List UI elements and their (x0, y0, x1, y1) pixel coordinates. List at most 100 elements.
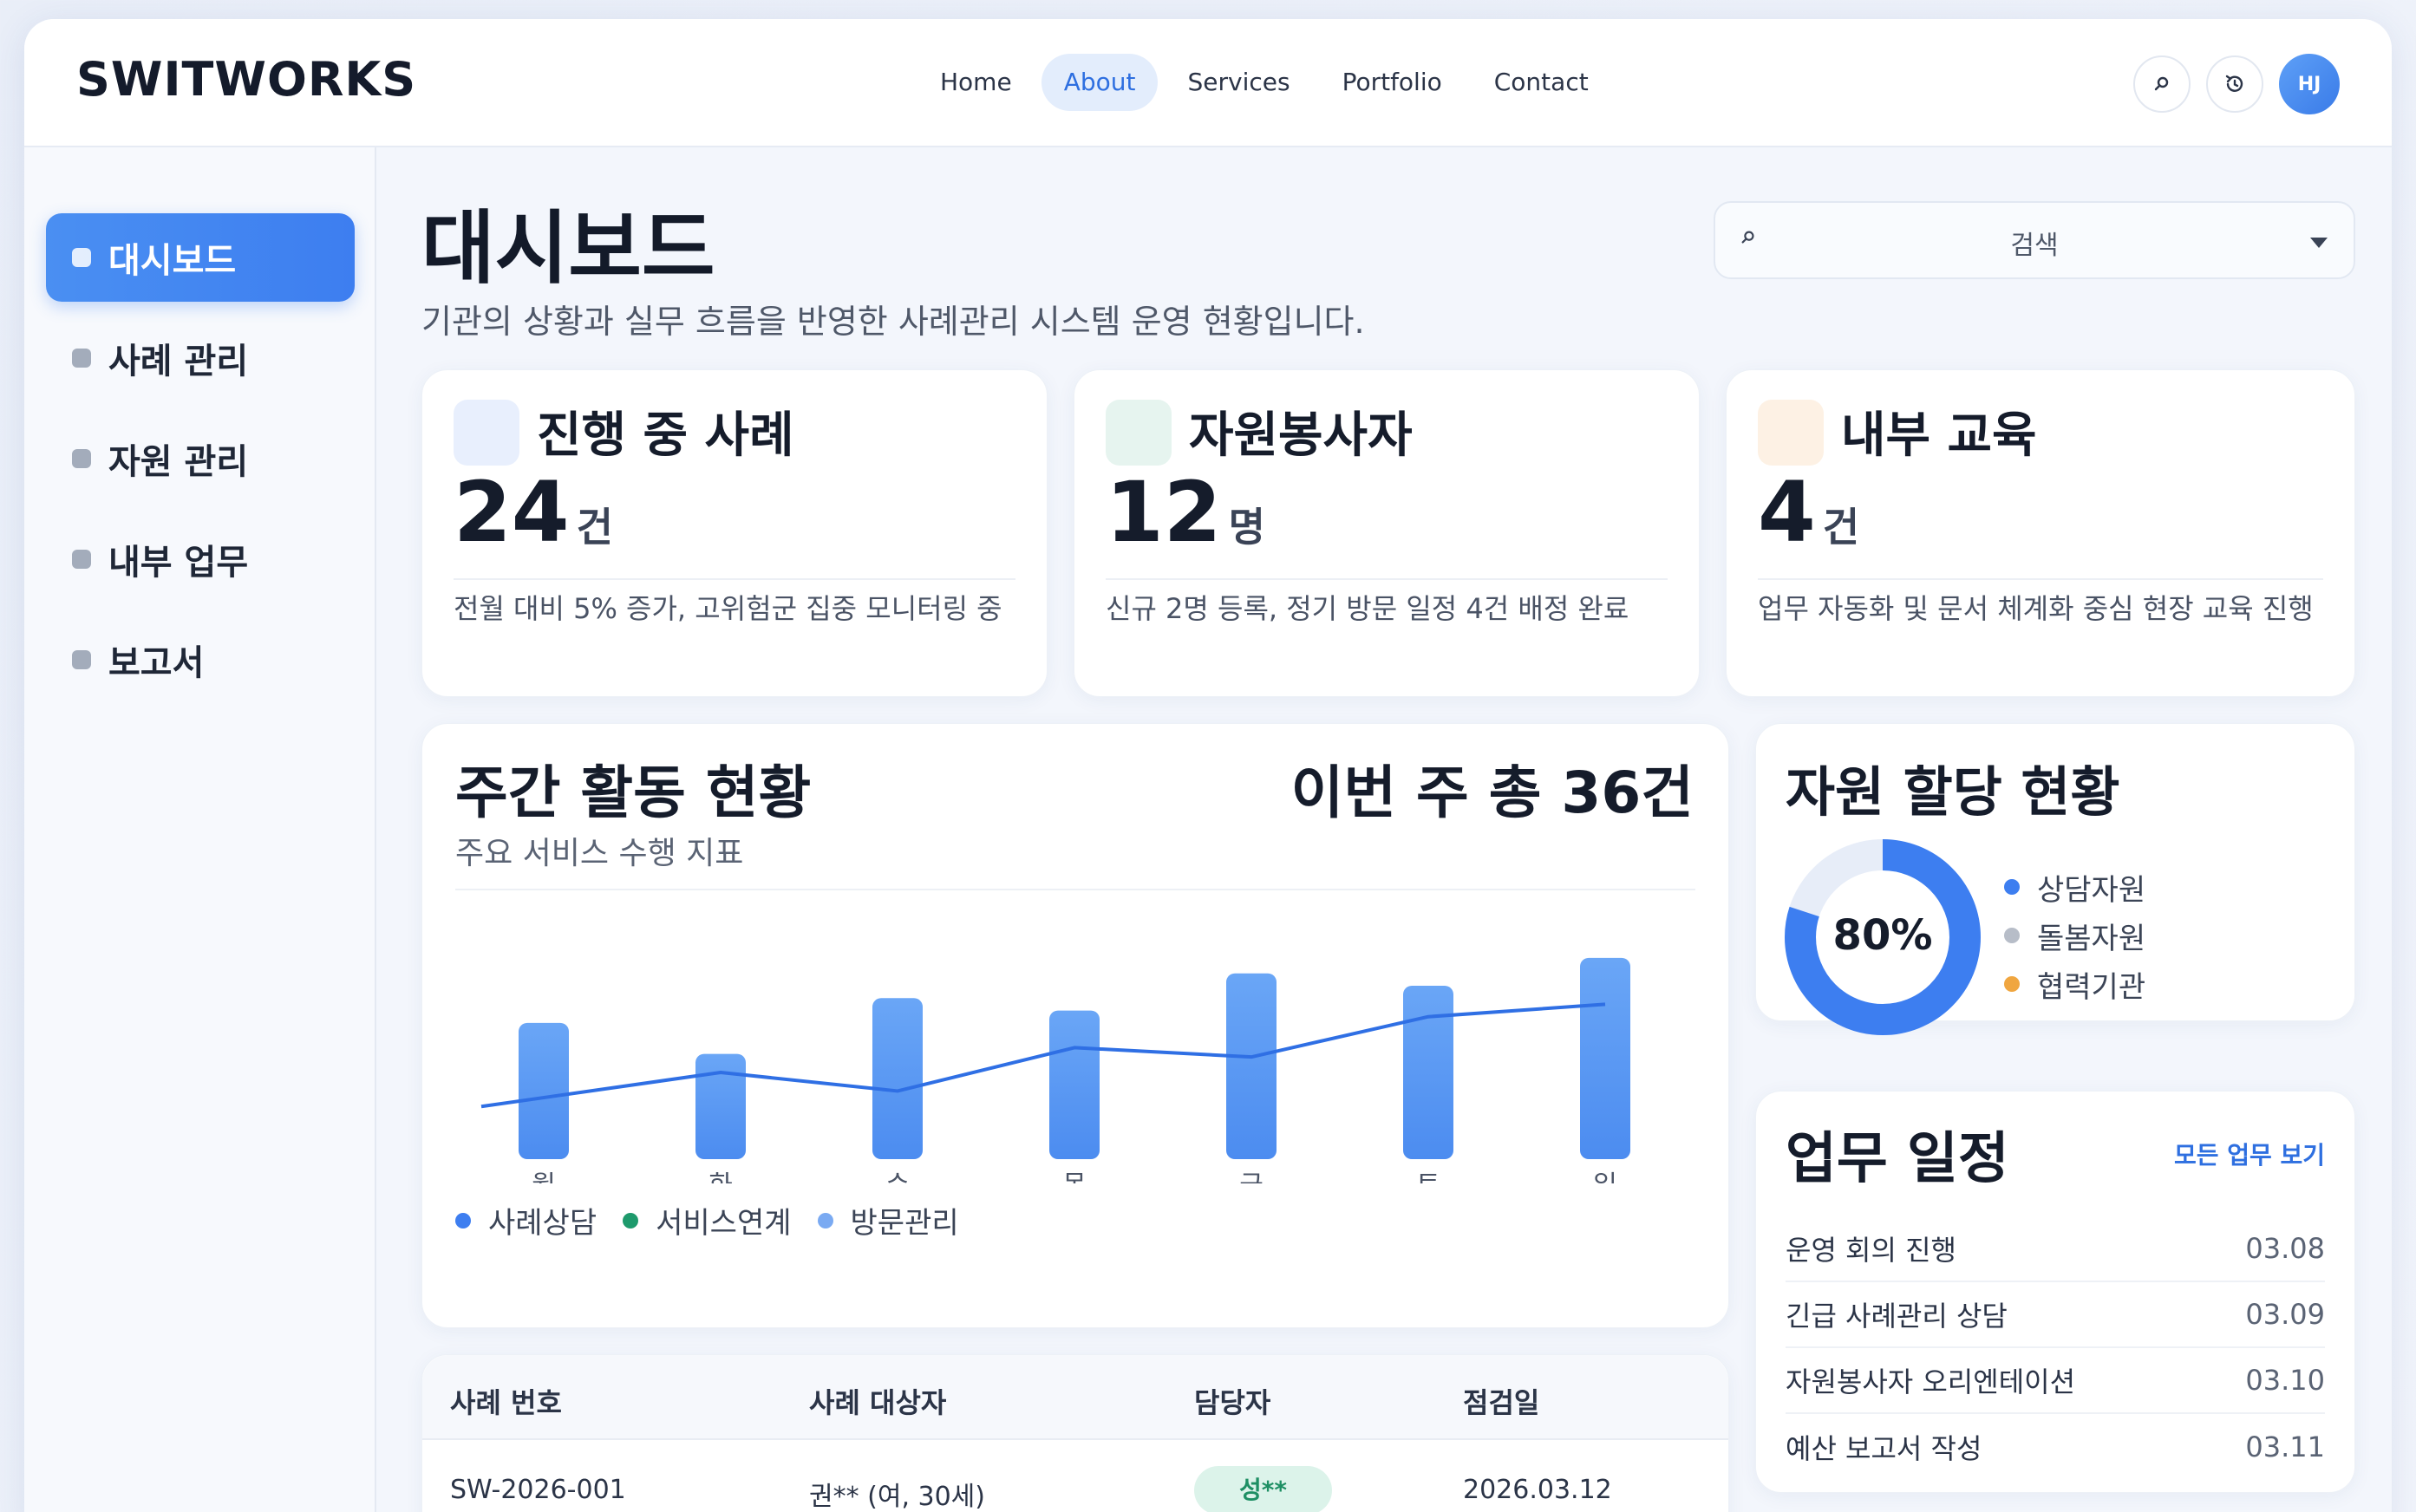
manager-badge: 성** (1194, 1466, 1333, 1512)
legend-dot-icon (2004, 928, 2020, 943)
weekly-total: 이번 주 총 36건 (1290, 759, 1694, 826)
weekly-activity-card: 주간 활동 현황 이번 주 총 36건 주요 서비스 수행 지표 월 화 수 목 금 토 일… (421, 723, 1729, 1328)
x-tick-label: 금 (1239, 1170, 1264, 1183)
search-select[interactable]: 검색 (1714, 201, 2355, 279)
allocation-legend: 상담자원 돌봄자원 협력기관 (2004, 863, 2145, 1008)
x-tick-label: 수 (885, 1170, 910, 1183)
donut-percent-label: 80% (1833, 911, 1933, 960)
chart-bar (1403, 986, 1453, 1159)
nav-contact[interactable]: Contact (1472, 54, 1611, 111)
task-name: 운영 회의 진행 (1786, 1234, 1956, 1267)
stat-title: 내부 교육 (1841, 407, 2037, 464)
sidebar: 대시보드 사례 관리 자원 관리 내부 업무 보고서 (24, 147, 376, 1512)
bullet-icon (72, 449, 91, 468)
x-tick-label: 일 (1593, 1170, 1617, 1183)
app-window: SWITWORKS Home About Services Portfolio … (24, 19, 2392, 1512)
legend-label: 사례상담 (488, 1206, 597, 1241)
legend-dot-icon (2004, 879, 2020, 895)
task-date: 03.11 (2245, 1431, 2325, 1463)
schedule-card: 업무 일정 모든 업무 보기 운영 회의 진행 03.08 긴급 사례관리 상담… (1755, 1091, 2355, 1493)
sidebar-item-label: 내부 업무 (108, 543, 249, 583)
divider (455, 889, 1695, 890)
nav-portfolio[interactable]: Portfolio (1320, 54, 1465, 111)
sidebar-item-cases[interactable]: 사례 관리 (46, 314, 355, 402)
sidebar-item-label: 사례 관리 (108, 342, 249, 381)
sidebar-item-internal[interactable]: 내부 업무 (46, 515, 355, 603)
chart-bar (1226, 973, 1277, 1159)
legend-item: 사례상담 (455, 1199, 597, 1242)
column-header[interactable]: 사례 대상자 (809, 1381, 946, 1421)
case-subject-cell: 권** (여, 30세) (809, 1482, 985, 1512)
stat-unit: 명 (1228, 504, 1265, 551)
search-button[interactable] (2133, 55, 2191, 113)
chart-bar (519, 1022, 569, 1159)
schedule-row[interactable]: 자원봉사자 오리엔테이션 03.10 (1786, 1348, 2325, 1414)
page-title: 대시보드 (421, 202, 715, 295)
stat-title: 자원봉사자 (1189, 407, 1413, 464)
column-header[interactable]: 점검일 (1463, 1381, 1539, 1421)
chart-bar (695, 1053, 746, 1159)
stat-description: 전월 대비 5% 증가, 고위험군 집중 모니터링 중 (454, 592, 1002, 625)
task-name: 긴급 사례관리 상담 (1786, 1300, 2008, 1333)
user-avatar[interactable]: HJ (2279, 54, 2340, 114)
bullet-icon (72, 349, 91, 368)
nav-home[interactable]: Home (917, 54, 1035, 111)
main-nav: Home About Services Portfolio Contact (917, 54, 1611, 111)
task-date: 03.08 (2245, 1232, 2325, 1265)
chart-bar (872, 998, 923, 1159)
view-all-tasks-link[interactable]: 모든 업무 보기 (2174, 1137, 2325, 1171)
stat-value: 24 건 (454, 464, 613, 561)
sidebar-item-resources[interactable]: 자원 관리 (46, 414, 355, 503)
stat-value: 12 명 (1106, 464, 1265, 561)
column-header[interactable]: 사례 번호 (450, 1381, 562, 1421)
nav-services[interactable]: Services (1165, 54, 1312, 111)
bullet-icon (72, 248, 91, 267)
legend-dot-icon (817, 1212, 833, 1228)
stat-unit: 건 (1822, 504, 1860, 551)
check-date-cell: 2026.03.12 (1463, 1475, 1612, 1505)
brand-logo[interactable]: SWITWORKS (76, 52, 416, 107)
volunteer-icon (1106, 400, 1172, 466)
legend-item: 방문관리 (817, 1199, 959, 1242)
case-table: 사례 번호 사례 대상자 담당자 점검일 SW-2026-001 권** (여,… (421, 1354, 1729, 1512)
resource-allocation-card: 자원 할당 현황 80% 상담자원 돌봄자원 협력기관 (1755, 723, 2355, 1035)
chevron-down-icon[interactable] (2310, 238, 2328, 248)
allocation-donut-chart: 80% (1785, 839, 1981, 1035)
page-subtitle: 기관의 상황과 실무 흐름을 반영한 사례관리 시스템 운영 현황입니다. (421, 303, 1365, 341)
task-name: 예산 보고서 작성 (1786, 1432, 1982, 1465)
stat-unit: 건 (576, 504, 613, 551)
divider (1758, 578, 2323, 580)
task-date: 03.10 (2245, 1364, 2325, 1397)
weekly-title: 주간 활동 현황 (455, 759, 812, 826)
sidebar-item-dashboard[interactable]: 대시보드 (46, 213, 355, 302)
table-header: 사례 번호 사례 대상자 담당자 점검일 (422, 1355, 1728, 1440)
cases-icon (454, 400, 519, 466)
history-icon (2225, 75, 2243, 92)
sidebar-item-reports[interactable]: 보고서 (46, 616, 355, 704)
schedule-row[interactable]: 예산 보고서 작성 03.11 (1786, 1414, 2325, 1480)
legend-item: 돌봄자원 (2004, 911, 2145, 960)
chart-bar (1049, 1010, 1100, 1159)
case-number-cell: SW-2026-001 (450, 1475, 626, 1505)
nav-about[interactable]: About (1041, 54, 1159, 111)
history-button[interactable] (2206, 55, 2263, 113)
legend-dot-icon (455, 1212, 471, 1228)
divider (1106, 578, 1668, 580)
column-header[interactable]: 담당자 (1194, 1381, 1270, 1421)
schedule-row[interactable]: 운영 회의 진행 03.08 (1786, 1216, 2325, 1282)
x-tick-label: 목 (1062, 1170, 1087, 1183)
stat-title: 진행 중 사례 (537, 407, 794, 464)
stat-description: 신규 2명 등록, 정기 방문 일정 4건 배정 완료 (1106, 592, 1629, 625)
top-header: SWITWORKS Home About Services Portfolio … (24, 19, 2392, 147)
weekly-subtitle: 주요 서비스 수행 지표 (455, 836, 744, 871)
bullet-icon (72, 650, 91, 669)
legend-item: 서비스연계 (623, 1199, 792, 1242)
stat-value: 4건 (1758, 464, 1860, 561)
stat-card-training: 내부 교육 4건 업무 자동화 및 문서 체계화 중심 현장 교육 진행 (1726, 369, 2355, 697)
header-actions: HJ (2133, 54, 2340, 114)
schedule-row[interactable]: 긴급 사례관리 상담 03.09 (1786, 1282, 2325, 1348)
legend-label: 방문관리 (850, 1206, 959, 1241)
divider (454, 578, 1015, 580)
stat-card-volunteers: 자원봉사자 12 명 신규 2명 등록, 정기 방문 일정 4건 배정 완료 (1074, 369, 1700, 697)
sidebar-item-label: 자원 관리 (108, 442, 249, 482)
